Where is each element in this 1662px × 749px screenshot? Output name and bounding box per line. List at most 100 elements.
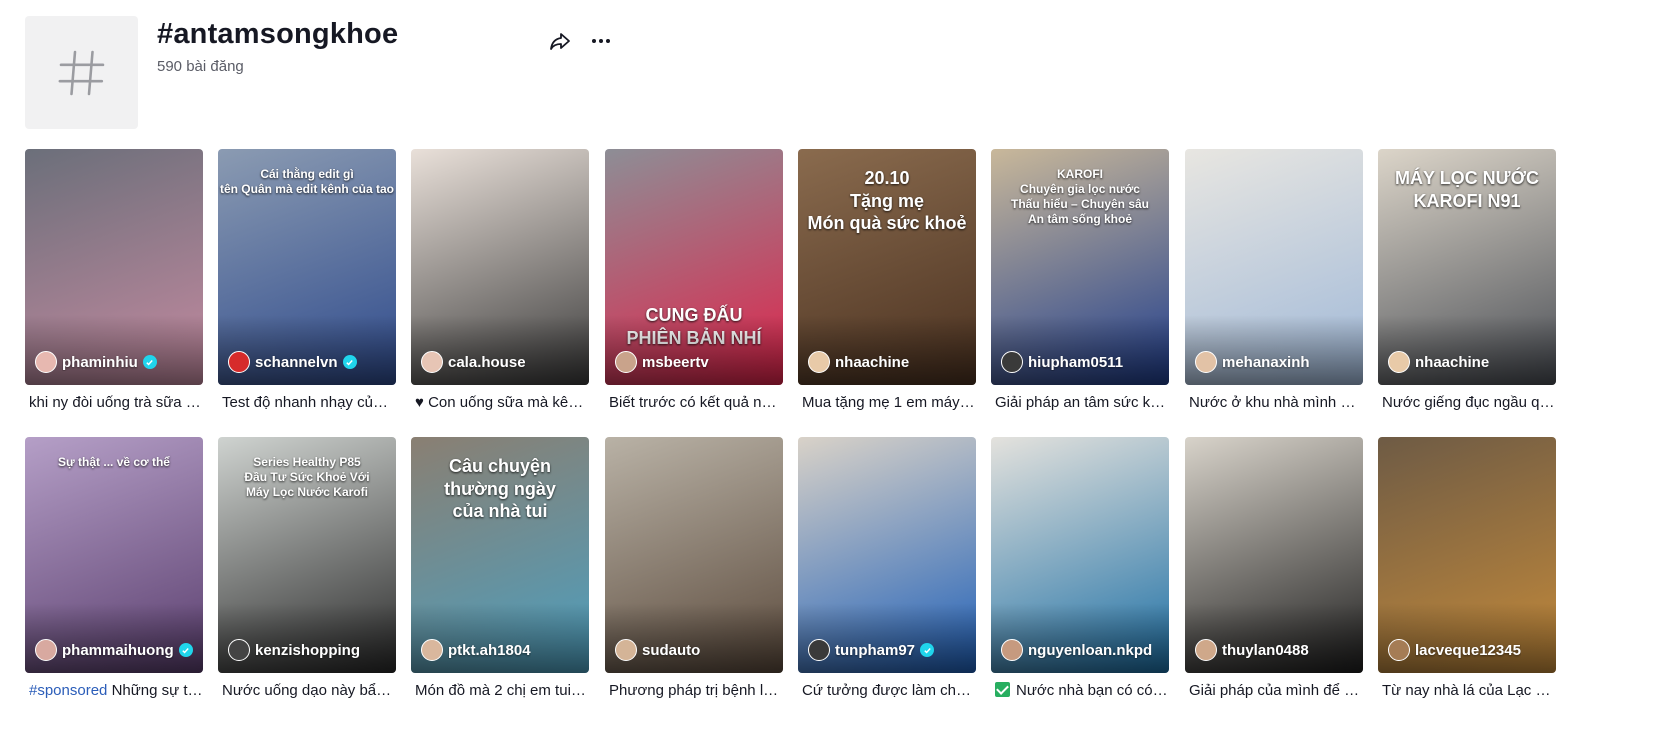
avatar[interactable]	[1195, 639, 1217, 661]
username[interactable]: nhaachine	[835, 354, 909, 371]
username[interactable]: hiupham0511	[1028, 354, 1123, 371]
username[interactable]: nguyenloan.nkpd	[1028, 642, 1152, 659]
username[interactable]: kenzishopping	[255, 642, 360, 659]
username[interactable]: nhaachine	[1415, 354, 1489, 371]
avatar[interactable]	[808, 351, 830, 373]
thumbnail-shade	[1378, 603, 1556, 673]
video-description[interactable]: Giải pháp của mình để có nước sạch	[1189, 682, 1363, 699]
video-description[interactable]: Biết trước có kết quả này thì	[609, 394, 783, 411]
video-description[interactable]: Nước nhà bạn có có cặn không?	[995, 682, 1169, 699]
username[interactable]: phammaihuong	[62, 642, 174, 659]
username[interactable]: schannelvn	[255, 354, 338, 371]
username[interactable]: mehanaxinh	[1222, 354, 1310, 371]
video-thumbnail[interactable]: CUNG ĐẤU PHIÊN BẢN NHÍmsbeertv	[605, 149, 783, 385]
username[interactable]: sudauto	[642, 642, 700, 659]
video-thumbnail[interactable]: lacveque12345	[1378, 437, 1556, 673]
video-author[interactable]: schannelvn	[228, 351, 388, 373]
video-author[interactable]: phaminhiu	[35, 351, 195, 373]
video-thumbnail[interactable]: Series Healthy P85 Đầu Tư Sức Khoẻ Với M…	[218, 437, 396, 673]
video-thumbnail[interactable]: mehanaxinh	[1185, 149, 1363, 385]
video-author[interactable]: nhaachine	[1388, 351, 1548, 373]
thumbnail-shade	[25, 315, 203, 385]
video-thumbnail[interactable]: tunpham97	[798, 437, 976, 673]
avatar[interactable]	[1001, 639, 1023, 661]
description-text: Nước giếng đục ngầu quá trời	[1382, 394, 1556, 411]
video-thumbnail[interactable]: nguyenloan.nkpd	[991, 437, 1169, 673]
video-author[interactable]: nhaachine	[808, 351, 968, 373]
video-thumbnail[interactable]: phaminhiu	[25, 149, 203, 385]
video-description[interactable]: #sponsored Những sự thật về cơ thể	[29, 682, 203, 699]
video-thumbnail[interactable]: Câu chuyện thường ngày của nhà tui ptkt.a…	[411, 437, 589, 673]
video-thumbnail[interactable]: KAROFI Chuyên gia lọc nước Thấu hiểu – C…	[991, 149, 1169, 385]
avatar[interactable]	[228, 639, 250, 661]
description-text: Nước ở khu nhà mình bị đục	[1189, 394, 1363, 411]
hashtag-link[interactable]: #sponsored	[29, 682, 107, 699]
verified-badge-icon	[920, 643, 935, 657]
description-text: Những sự thật về cơ thể	[111, 682, 203, 699]
description-text: Món đồ mà 2 chị em tui mê nhất	[415, 682, 589, 699]
description-text: Phương pháp trị bệnh lười uống nước	[609, 682, 783, 699]
thumbnail-shade	[798, 315, 976, 385]
video-thumbnail[interactable]: Cái thằng edit gì tên Quân mà edit kênh …	[218, 149, 396, 385]
video-description[interactable]: ♥ Con uống sữa mà kêu mẹ pha	[415, 394, 589, 411]
username[interactable]: tunpham97	[835, 642, 915, 659]
video-author[interactable]: tunpham97	[808, 639, 968, 661]
thumbnail-shade	[991, 603, 1169, 673]
video-description[interactable]: Test độ nhanh nhạy của máy lọc nước	[222, 394, 396, 411]
hashtag-title: #antamsongkhoe	[157, 18, 399, 50]
video-author[interactable]: msbeertv	[615, 351, 775, 373]
video-author[interactable]: nguyenloan.nkpd	[1001, 639, 1161, 661]
video-author[interactable]: lacveque12345	[1388, 639, 1548, 661]
video-author[interactable]: hiupham0511	[1001, 351, 1161, 373]
verified-badge-icon	[142, 355, 157, 369]
video-author[interactable]: cala.house	[421, 351, 581, 373]
video-description[interactable]: Nước ở khu nhà mình bị đục	[1189, 394, 1363, 411]
video-author[interactable]: mehanaxinh	[1195, 351, 1355, 373]
video-thumbnail[interactable]: 20.10 Tặng mẹ Món quà sức khoẻ nhaachine	[798, 149, 976, 385]
avatar[interactable]	[1195, 351, 1217, 373]
avatar[interactable]	[421, 639, 443, 661]
video-author[interactable]: kenzishopping	[228, 639, 388, 661]
avatar[interactable]	[808, 639, 830, 661]
avatar[interactable]	[615, 351, 637, 373]
username[interactable]: phaminhiu	[62, 354, 138, 371]
video-description[interactable]: Cứ tưởng được làm chủ nhà	[802, 682, 976, 699]
username[interactable]: lacveque12345	[1415, 642, 1521, 659]
avatar[interactable]	[35, 639, 57, 661]
username[interactable]: ptkt.ah1804	[448, 642, 531, 659]
share-button[interactable]	[547, 28, 573, 54]
avatar[interactable]	[228, 351, 250, 373]
video-description[interactable]: khi ny đòi uống trà sữa và cái kết	[29, 394, 203, 411]
avatar[interactable]	[615, 639, 637, 661]
description-text: Nước nhà bạn có có cặn không?	[1016, 682, 1169, 699]
video-thumbnail[interactable]: sudauto	[605, 437, 783, 673]
thumbnail-shade	[1378, 315, 1556, 385]
video-overlay-text: Cái thằng edit gì tên Quân mà edit kênh …	[219, 167, 395, 196]
video-thumbnail[interactable]: MÁY LỌC NƯỚC KAROFI N91 nhaachine	[1378, 149, 1556, 385]
video-author[interactable]: sudauto	[615, 639, 775, 661]
video-description[interactable]: Nước uống dạo này bẩn quá nên	[222, 682, 396, 699]
more-options-button[interactable]	[588, 28, 614, 54]
video-description[interactable]: Mua tặng mẹ 1 em máy lọc nước	[802, 394, 976, 411]
video-author[interactable]: phammaihuong	[35, 639, 195, 661]
description-text: Mua tặng mẹ 1 em máy lọc nước	[802, 394, 976, 411]
video-description[interactable]: Giải pháp an tâm sức khoẻ gia đình	[995, 394, 1169, 411]
username[interactable]: thuylan0488	[1222, 642, 1309, 659]
description-text: Giải pháp của mình để có nước sạch	[1189, 682, 1363, 699]
video-description[interactable]: Từ nay nhà lá của Lạc Về Quê	[1382, 682, 1556, 699]
video-thumbnail[interactable]: cala.house	[411, 149, 589, 385]
avatar[interactable]	[1388, 351, 1410, 373]
video-thumbnail[interactable]: Sự thật ... về cơ thể phammaihuong	[25, 437, 203, 673]
video-author[interactable]: thuylan0488	[1195, 639, 1355, 661]
video-description[interactable]: Phương pháp trị bệnh lười uống nước	[609, 682, 783, 699]
username[interactable]: msbeertv	[642, 354, 709, 371]
video-thumbnail[interactable]: thuylan0488	[1185, 437, 1363, 673]
avatar[interactable]	[35, 351, 57, 373]
avatar[interactable]	[421, 351, 443, 373]
avatar[interactable]	[1001, 351, 1023, 373]
video-description[interactable]: Món đồ mà 2 chị em tui mê nhất	[415, 682, 589, 699]
video-description[interactable]: Nước giếng đục ngầu quá trời	[1382, 394, 1556, 411]
username[interactable]: cala.house	[448, 354, 526, 371]
avatar[interactable]	[1388, 639, 1410, 661]
video-author[interactable]: ptkt.ah1804	[421, 639, 581, 661]
